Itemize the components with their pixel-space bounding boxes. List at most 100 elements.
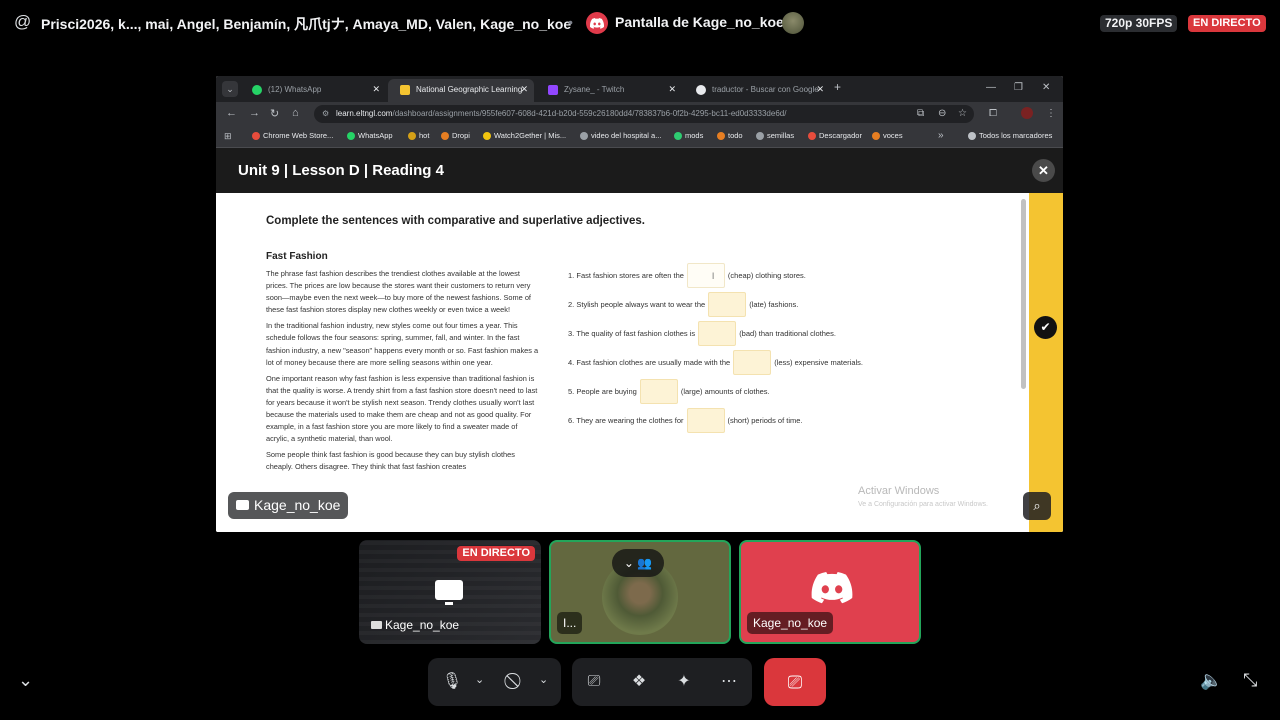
new-tab-icon[interactable]: + — [834, 80, 841, 94]
reading-title: Fast Fashion — [266, 251, 328, 262]
stop-stream-button[interactable]: ⎚ — [764, 658, 826, 706]
tab-whatsapp[interactable]: (12) WhatsApp ✕ — [240, 79, 386, 102]
answer-field-3[interactable] — [698, 321, 737, 346]
screen-share-icon — [236, 500, 249, 510]
url-host: learn.eltngl.com — [336, 109, 393, 118]
back-icon[interactable]: ← — [226, 107, 237, 119]
tab-twitch[interactable]: Zysane_ - Twitch ✕ — [536, 79, 682, 102]
zoom-icon[interactable]: ⌕ — [1023, 492, 1051, 520]
restore-icon[interactable]: ❐ — [1014, 82, 1023, 93]
bookmark-star-icon[interactable]: ☆ — [958, 108, 967, 119]
tab-search-icon[interactable]: ⌄ — [222, 81, 238, 97]
whatsapp-icon — [252, 85, 262, 95]
translate-icon[interactable]: ⧉ — [917, 108, 924, 119]
bookmark-item[interactable]: Chrome Web Store... — [252, 131, 333, 140]
exit-fullscreen-icon[interactable]: ⤡ — [1243, 670, 1257, 691]
twitch-icon — [548, 85, 558, 95]
mic-options-chevron-icon[interactable]: ⌄ — [475, 673, 484, 686]
question-1: 1. Fast fashion stores are often the I (… — [568, 263, 806, 288]
discord-screen-icon — [586, 12, 608, 34]
camera-options-chevron-icon[interactable]: ⌄ — [539, 673, 548, 686]
question-2: 2. Stylish people always want to wear th… — [568, 292, 798, 317]
answer-field-4[interactable] — [733, 350, 772, 375]
participant-list[interactable]: Prisci2026, k..., mai, Angel, Benjamín, … — [41, 14, 571, 34]
question-hint: (large) amounts of clothes. — [680, 387, 770, 396]
focus-participant-icon[interactable]: ⌄ 👥 — [612, 549, 664, 577]
question-6: 6. They are wearing the clothes for (sho… — [568, 408, 803, 433]
forward-icon[interactable]: → — [249, 107, 260, 119]
tab-natgeo[interactable]: National Geographic Learning ✕ — [388, 79, 534, 102]
close-tab-icon[interactable]: ✕ — [668, 79, 676, 100]
site-info-icon[interactable]: ⚙ — [322, 105, 329, 123]
text-cursor-icon: I — [711, 271, 715, 281]
tab-label: traductor - Buscar con Google — [712, 85, 819, 94]
question-hint: (less) expensive materials. — [774, 358, 863, 367]
question-5: 5. People are buying (large) amounts of … — [568, 379, 770, 404]
question-hint: (short) periods of time. — [727, 416, 803, 425]
volume-icon[interactable]: 🔈 — [1200, 670, 1222, 691]
more-options-icon[interactable]: ⋯ — [716, 669, 742, 695]
answer-field-5[interactable] — [639, 379, 678, 404]
close-window-icon[interactable]: ✕ — [1042, 82, 1050, 93]
natgeo-icon — [400, 85, 410, 95]
collapse-chevron-icon[interactable]: ⌄ — [18, 670, 33, 691]
participant-tile-kage[interactable]: Kage_no_koe — [739, 540, 921, 644]
bookmark-item[interactable]: todo — [717, 131, 743, 140]
question-text: They are wearing the clothes for — [576, 416, 684, 425]
close-tab-icon[interactable]: ✕ — [520, 79, 528, 100]
activities-icon[interactable]: ❖ — [626, 669, 652, 695]
question-number: 3. — [568, 329, 575, 338]
all-bookmarks-folder[interactable]: Todos los marcadores — [968, 131, 1052, 140]
question-text: The quality of fast fashion clothes is — [576, 329, 696, 338]
camera-off-icon[interactable]: ⃠ — [503, 669, 529, 695]
streamer-avatar[interactable] — [782, 12, 804, 34]
reading-paragraph: The phrase fast fashion describes the tr… — [266, 269, 531, 315]
at-sign-icon: @ — [14, 12, 32, 31]
answer-field-2[interactable] — [708, 292, 747, 317]
bookmark-item[interactable]: semillas — [756, 131, 794, 140]
shared-screen[interactable]: ⌄ (12) WhatsApp ✕ National Geographic Le… — [216, 76, 1063, 532]
bookmark-item[interactable]: Descargador — [808, 131, 862, 140]
tab-google[interactable]: traductor - Buscar con Google ✕ — [684, 79, 830, 102]
close-tab-icon[interactable]: ✕ — [372, 79, 380, 100]
check-answers-icon[interactable]: ✔ — [1034, 316, 1057, 339]
question-number: 5. — [568, 387, 575, 396]
microphone-icon[interactable]: 🎙 — [439, 669, 465, 695]
bookmark-item[interactable]: mods — [674, 131, 703, 140]
tab-label: (12) WhatsApp — [268, 85, 322, 94]
participant-tile-user[interactable]: ⌄ 👥 I... — [549, 540, 731, 644]
browser-toolbar: ← → ↻ ⌂ ⚙ learn.eltngl.com/dashboard/ass… — [216, 102, 1063, 126]
home-icon[interactable]: ⌂ — [292, 107, 299, 119]
address-bar[interactable]: ⚙ learn.eltngl.com/dashboard/assignments… — [314, 105, 974, 123]
stream-name-label: Kage_no_koe — [254, 497, 341, 513]
lesson-title: Unit 9 | Lesson D | Reading 4 — [238, 162, 444, 179]
close-tab-icon[interactable]: ✕ — [816, 79, 824, 100]
voice-channel-header: @ Prisci2026, k..., mai, Angel, Benjamín… — [0, 0, 1280, 46]
bookmarks-overflow-icon[interactable]: » — [938, 130, 944, 141]
stream-title: Pantalla de Kage_no_koe — [615, 14, 784, 30]
content-scrollbar[interactable] — [1021, 199, 1026, 389]
more-menu-icon[interactable]: ⋮ — [1046, 108, 1056, 119]
separator-dot: • — [568, 14, 573, 30]
bookmark-item[interactable]: hot — [408, 131, 429, 140]
minimize-icon[interactable]: — — [986, 82, 996, 93]
share-screen-icon[interactable]: ⎚ — [581, 669, 607, 695]
apps-grid-icon[interactable]: ⊞ — [224, 131, 232, 142]
answer-field-1[interactable]: I — [686, 263, 725, 288]
participant-tile-screen[interactable]: EN DIRECTO Kage_no_koe — [359, 540, 541, 644]
close-icon[interactable]: ✕ — [1032, 159, 1055, 182]
soundboard-icon[interactable]: ✦ — [671, 669, 697, 695]
bookmark-item[interactable]: Watch2Gether | Mis... — [483, 131, 566, 140]
reload-icon[interactable]: ↻ — [270, 107, 279, 120]
question-3: 3. The quality of fast fashion clothes i… — [568, 321, 836, 346]
bookmark-item[interactable]: Dropi — [441, 131, 470, 140]
bookmark-item[interactable]: WhatsApp — [347, 131, 393, 140]
bookmark-item[interactable]: video del hospital a... — [580, 131, 661, 140]
question-text: Stylish people always want to wear the — [576, 300, 706, 309]
answer-field-6[interactable] — [686, 408, 725, 433]
bookmark-item[interactable]: voces — [872, 131, 903, 140]
zoom-icon[interactable]: ⊖ — [938, 108, 946, 119]
stream-name-tag: Kage_no_koe — [228, 492, 349, 519]
extensions-icon[interactable]: ⧠ — [989, 108, 997, 119]
profile-avatar[interactable] — [1021, 107, 1033, 119]
